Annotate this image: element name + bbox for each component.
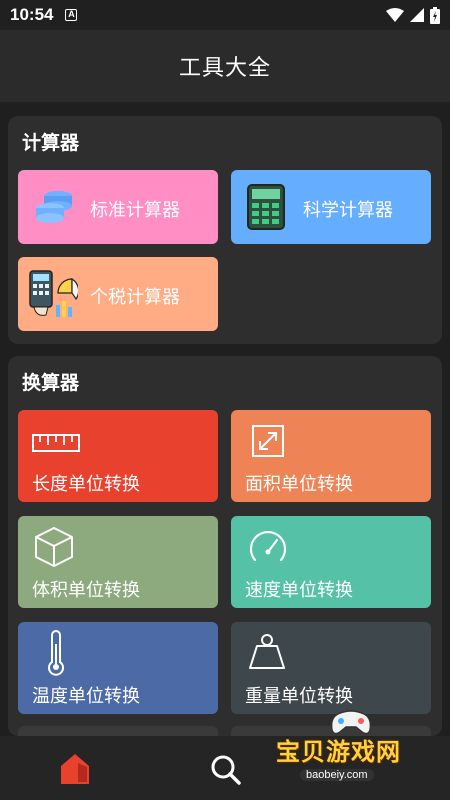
calculators-section: 计算器 标准计算器 科学计算器 个税计算器 (8, 116, 442, 344)
section-title-converters: 换算器 (22, 372, 80, 394)
area-converter-card[interactable]: 面积单位转换 (231, 410, 431, 502)
weight-icon (249, 634, 285, 669)
length-converter-card[interactable]: 长度单位转换 (18, 410, 218, 502)
volume-converter-card[interactable]: 体积单位转换 (18, 516, 218, 608)
page-title: 工具大全 (178, 56, 271, 81)
card-label: 温度单位转换 (32, 686, 140, 707)
area-icon (252, 425, 284, 457)
tax-chart-icon (29, 270, 78, 317)
calculator-icon (247, 184, 285, 230)
card-label: 重量单位转换 (245, 686, 353, 707)
card-label: 长度单位转换 (32, 474, 140, 495)
coins-icon (36, 191, 72, 223)
cube-icon (35, 527, 73, 567)
card-label: 面积单位转换 (245, 474, 353, 495)
temperature-converter-card[interactable]: 温度单位转换 (18, 622, 218, 714)
watermark-title: 宝贝游戏网 (276, 738, 401, 766)
thermometer-icon (48, 630, 64, 676)
card-label: 速度单位转换 (245, 580, 353, 601)
signal-icon (410, 8, 424, 22)
wifi-icon (386, 8, 404, 22)
weight-converter-card[interactable]: 重量单位转换 (231, 622, 431, 714)
ruler-icon (32, 434, 80, 452)
speed-converter-card[interactable]: 速度单位转换 (231, 516, 431, 608)
scientific-calculator-card[interactable]: 科学计算器 (231, 170, 431, 244)
watermark: 宝贝游戏网 baobeiy.com (272, 706, 448, 798)
battery-icon (430, 6, 440, 24)
card-label: 个税计算器 (90, 287, 180, 308)
app-header: 工具大全 (0, 30, 450, 102)
status-time: 10:54 (10, 5, 54, 24)
watermark-url: baobeiy.com (300, 769, 374, 781)
converters-section: 换算器 长度单位转换 面积单位转换 体积单位转换 速度单位转换 温度单位转换 重… (8, 356, 442, 746)
card-label: 科学计算器 (303, 200, 393, 221)
card-label: 体积单位转换 (32, 580, 140, 601)
card-label: 标准计算器 (90, 200, 180, 221)
section-title-calculators: 计算器 (22, 132, 80, 154)
search-icon[interactable] (208, 752, 242, 786)
standard-calculator-card[interactable]: 标准计算器 (18, 170, 218, 244)
home-icon[interactable] (58, 752, 92, 786)
a-box-icon: A (65, 9, 78, 21)
tax-calculator-card[interactable]: 个税计算器 (18, 257, 218, 331)
speedometer-icon (249, 531, 287, 562)
status-bar: 10:54 A (0, 0, 450, 30)
status-icons (386, 6, 440, 24)
